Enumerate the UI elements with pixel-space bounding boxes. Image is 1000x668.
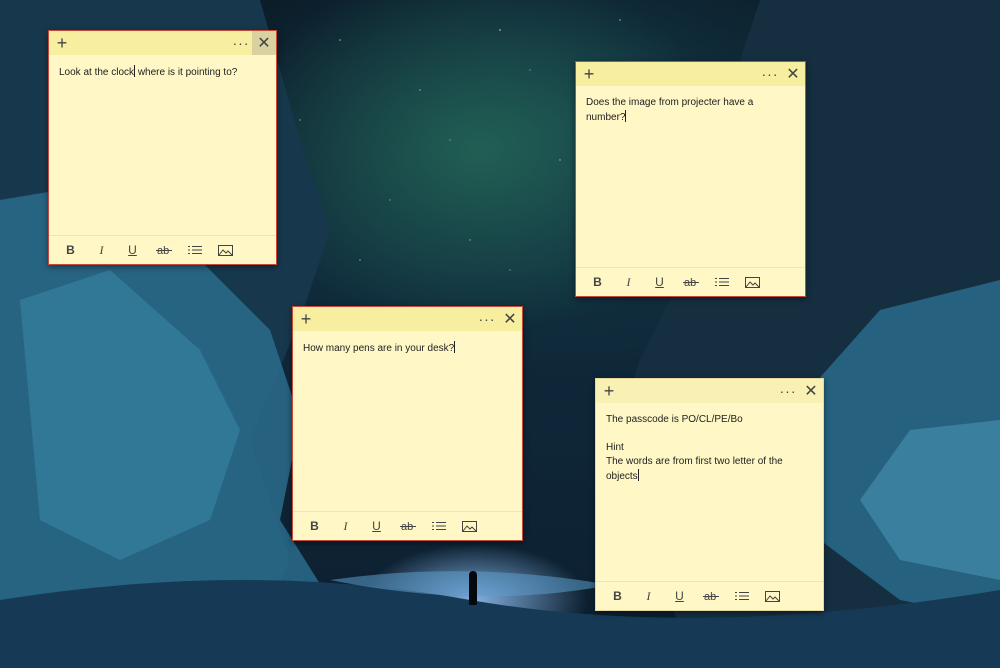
underline-button[interactable]: U (361, 514, 392, 538)
sticky-note-3[interactable]: + ··· ✕ How many pens are in your desk? … (292, 306, 523, 541)
italic-button[interactable]: I (613, 270, 644, 294)
italic-button[interactable]: I (633, 584, 664, 608)
underline-button[interactable]: U (644, 270, 675, 294)
sticky-note-2[interactable]: + ··· ✕ Does the image from projecter ha… (575, 61, 806, 297)
person-silhouette (469, 571, 477, 605)
note-text-area[interactable]: Does the image from projecter have a num… (576, 86, 805, 267)
menu-icon[interactable]: ··· (759, 67, 781, 81)
close-icon[interactable]: ✕ (252, 31, 276, 55)
close-icon[interactable]: ✕ (799, 379, 823, 403)
bold-button[interactable]: B (602, 584, 633, 608)
menu-icon[interactable]: ··· (230, 36, 252, 50)
strikethrough-icon: ab (682, 277, 699, 288)
list-icon (714, 278, 729, 286)
image-icon (745, 276, 760, 288)
bold-button[interactable]: B (299, 514, 330, 538)
bold-button[interactable]: B (55, 238, 86, 262)
note-text: Look at the clock (59, 67, 135, 78)
image-button[interactable] (757, 584, 788, 608)
text-caret (454, 341, 456, 353)
text-caret (625, 110, 627, 122)
note-text: The passcode is PO/CL/PE/Bo Hint The wor… (606, 414, 783, 482)
strikethrough-button[interactable]: ab (695, 584, 726, 608)
format-toolbar: B I U ab (293, 511, 522, 540)
note-header: + ··· ✕ (596, 379, 823, 403)
list-button[interactable] (423, 514, 454, 538)
image-button[interactable] (737, 270, 768, 294)
format-toolbar: B I U ab (576, 267, 805, 296)
close-icon[interactable]: ✕ (781, 62, 805, 86)
sticky-note-1[interactable]: + ··· ✕ Look at the clock where is it po… (48, 30, 277, 265)
strikethrough-button[interactable]: ab (392, 514, 423, 538)
note-text: How many pens are in your desk? (303, 343, 455, 354)
add-note-icon[interactable]: + (580, 65, 598, 83)
add-note-icon[interactable]: + (53, 34, 71, 52)
list-icon (187, 246, 202, 254)
strikethrough-button[interactable]: ab (148, 238, 179, 262)
underline-button[interactable]: U (117, 238, 148, 262)
note-text-area[interactable]: How many pens are in your desk? (293, 331, 522, 511)
strikethrough-icon: ab (702, 591, 719, 602)
underline-button[interactable]: U (664, 584, 695, 608)
list-button[interactable] (706, 270, 737, 294)
note-text-tail: where is it pointing to? (135, 67, 238, 78)
bold-button[interactable]: B (582, 270, 613, 294)
strikethrough-icon: ab (155, 245, 172, 256)
text-caret (637, 469, 639, 481)
add-note-icon[interactable]: + (297, 310, 315, 328)
list-icon (431, 522, 446, 530)
format-toolbar: B I U ab (49, 235, 276, 264)
italic-button[interactable]: I (86, 238, 117, 262)
strikethrough-button[interactable]: ab (675, 270, 706, 294)
note-header: + ··· ✕ (293, 307, 522, 331)
menu-icon[interactable]: ··· (476, 312, 498, 326)
note-text-area[interactable]: Look at the clock where is it pointing t… (49, 55, 276, 235)
image-icon (765, 590, 780, 602)
list-button[interactable] (726, 584, 757, 608)
image-icon (462, 520, 477, 532)
note-text: Does the image from projecter have a num… (586, 97, 757, 123)
image-icon (218, 244, 233, 256)
note-header: + ··· ✕ (49, 31, 276, 55)
add-note-icon[interactable]: + (600, 382, 618, 400)
menu-icon[interactable]: ··· (777, 384, 799, 398)
italic-button[interactable]: I (330, 514, 361, 538)
sticky-note-4[interactable]: + ··· ✕ The passcode is PO/CL/PE/Bo Hint… (595, 378, 824, 611)
format-toolbar: B I U ab (596, 581, 823, 610)
list-button[interactable] (179, 238, 210, 262)
strikethrough-icon: ab (399, 521, 416, 532)
image-button[interactable] (210, 238, 241, 262)
image-button[interactable] (454, 514, 485, 538)
note-text-area[interactable]: The passcode is PO/CL/PE/Bo Hint The wor… (596, 403, 823, 581)
close-icon[interactable]: ✕ (498, 307, 522, 331)
list-icon (734, 592, 749, 600)
note-header: + ··· ✕ (576, 62, 805, 86)
